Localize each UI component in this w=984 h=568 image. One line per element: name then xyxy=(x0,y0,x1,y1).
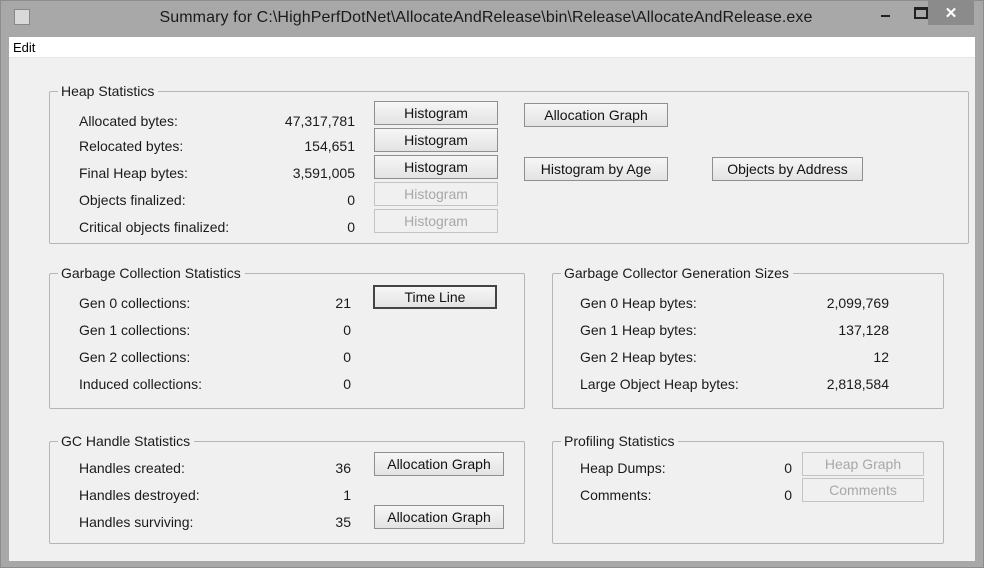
heap-dumps-label: Heap Dumps: xyxy=(580,460,666,476)
objects-finalized-label: Objects finalized: xyxy=(79,192,186,208)
close-icon: ✕ xyxy=(944,5,958,22)
gen0-heap-bytes-value: 2,099,769 xyxy=(826,295,889,311)
critical-objects-finalized-label: Critical objects finalized: xyxy=(79,219,230,235)
gen2-heap-bytes-value: 12 xyxy=(873,349,889,365)
heap-statistics-title: Heap Statistics xyxy=(58,83,159,99)
gc-statistics-title: Garbage Collection Statistics xyxy=(58,265,245,281)
gen1-collections-value: 0 xyxy=(343,322,351,338)
allocated-bytes-value: 47,317,781 xyxy=(284,113,355,129)
loh-bytes-value: 2,818,584 xyxy=(826,376,889,392)
gen2-heap-bytes-label: Gen 2 Heap bytes: xyxy=(580,349,697,365)
window-title: Summary for C:\HighPerfDotNet\AllocateAn… xyxy=(159,9,813,26)
menu-edit[interactable]: Edit xyxy=(13,40,35,55)
minimize-button[interactable] xyxy=(865,1,905,25)
final-heap-bytes-value: 3,591,005 xyxy=(292,165,355,181)
allocated-bytes-histogram-button[interactable]: Histogram xyxy=(374,101,498,125)
heap-dumps-value: 0 xyxy=(784,460,792,476)
objects-by-address-button[interactable]: Objects by Address xyxy=(712,157,863,181)
final-heap-bytes-histogram-button[interactable]: Histogram xyxy=(374,155,498,179)
comments-button[interactable]: Comments xyxy=(802,478,924,502)
relocated-bytes-label: Relocated bytes: xyxy=(79,138,184,154)
relocated-bytes-histogram-button[interactable]: Histogram xyxy=(374,128,498,152)
histogram-by-age-button[interactable]: Histogram by Age xyxy=(524,157,668,181)
gen2-collections-label: Gen 2 collections: xyxy=(79,349,191,365)
objects-finalized-histogram-button[interactable]: Histogram xyxy=(374,182,498,206)
gen1-collections-label: Gen 1 collections: xyxy=(79,322,191,338)
comments-label: Comments: xyxy=(580,487,652,503)
gen-sizes-title: Garbage Collector Generation Sizes xyxy=(561,265,793,281)
critical-objects-finalized-value: 0 xyxy=(347,219,355,235)
allocated-bytes-label: Allocated bytes: xyxy=(79,113,178,129)
menu-bar: Edit xyxy=(9,37,975,58)
induced-collections-value: 0 xyxy=(343,376,351,392)
handles-surviving-allocation-graph-button[interactable]: Allocation Graph xyxy=(374,505,504,529)
handles-created-allocation-graph-button[interactable]: Allocation Graph xyxy=(374,452,504,476)
gen2-collections-value: 0 xyxy=(343,349,351,365)
loh-bytes-label: Large Object Heap bytes: xyxy=(580,376,739,392)
critical-objects-histogram-button[interactable]: Histogram xyxy=(374,209,498,233)
client-area: Edit Heap Statistics Allocated bytes: 47… xyxy=(9,37,975,561)
timeline-button[interactable]: Time Line xyxy=(373,285,497,309)
objects-finalized-value: 0 xyxy=(347,192,355,208)
handles-destroyed-value: 1 xyxy=(343,487,351,503)
gen0-collections-label: Gen 0 collections: xyxy=(79,295,191,311)
handles-created-value: 36 xyxy=(335,460,351,476)
profiling-statistics-title: Profiling Statistics xyxy=(561,433,679,449)
close-button[interactable]: ✕ xyxy=(928,1,974,25)
minimize-icon xyxy=(880,15,890,17)
heap-allocation-graph-button[interactable]: Allocation Graph xyxy=(524,103,668,127)
comments-value: 0 xyxy=(784,487,792,503)
handles-created-label: Handles created: xyxy=(79,460,185,476)
gen1-heap-bytes-label: Gen 1 Heap bytes: xyxy=(580,322,697,338)
gen1-heap-bytes-value: 137,128 xyxy=(838,322,889,338)
induced-collections-label: Induced collections: xyxy=(79,376,202,392)
gen0-collections-value: 21 xyxy=(335,295,351,311)
gc-handle-statistics-title: GC Handle Statistics xyxy=(58,433,195,449)
title-bar[interactable]: Summary for C:\HighPerfDotNet\AllocateAn… xyxy=(1,1,983,37)
handles-surviving-value: 35 xyxy=(335,514,351,530)
application-window: Summary for C:\HighPerfDotNet\AllocateAn… xyxy=(0,0,984,568)
maximize-icon xyxy=(914,7,928,19)
final-heap-bytes-label: Final Heap bytes: xyxy=(79,165,188,181)
gen0-heap-bytes-label: Gen 0 Heap bytes: xyxy=(580,295,697,311)
heap-graph-button[interactable]: Heap Graph xyxy=(802,452,924,476)
relocated-bytes-value: 154,651 xyxy=(304,138,355,154)
handles-surviving-label: Handles surviving: xyxy=(79,514,194,530)
handles-destroyed-label: Handles destroyed: xyxy=(79,487,200,503)
